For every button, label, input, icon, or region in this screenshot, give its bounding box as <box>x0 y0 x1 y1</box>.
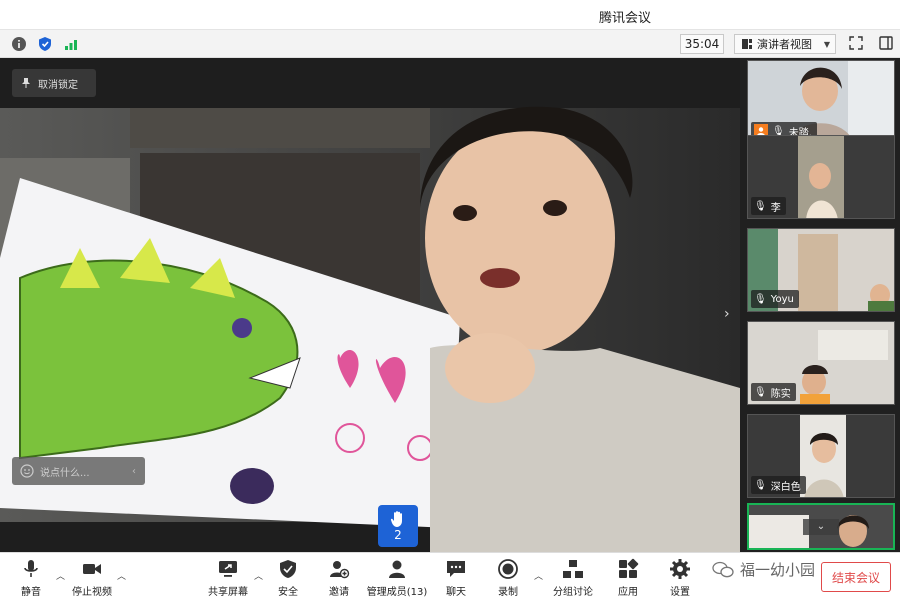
stop-video-button[interactable]: 停止视频 <box>68 558 116 602</box>
participant-panel: 🎙 未踏. 🎙 李 🎙 Yoyu 🎙 陈实 🎙 深白色 ⌄ <box>740 58 900 552</box>
mic-muted-icon: 🎙 <box>754 386 767 398</box>
invite-button[interactable]: 邀请 <box>326 558 352 602</box>
end-meeting-button[interactable]: 结束会议 <box>821 562 891 592</box>
record-icon <box>498 559 518 579</box>
participant-name: Yoyu <box>770 293 794 305</box>
breakout-label: 分组讨论 <box>553 587 593 598</box>
participant-name: 李 <box>770 202 781 214</box>
invite-icon <box>330 561 350 579</box>
security-label: 安全 <box>278 587 298 598</box>
manage-members-button[interactable]: 管理成员(13) <box>366 558 428 602</box>
participant-tile[interactable]: 🎙 Yoyu <box>747 228 895 312</box>
wechat-icon <box>712 561 734 577</box>
participant-tile[interactable]: 🎙 深白色 <box>747 414 895 498</box>
chevron-up-icon[interactable]: ︿ <box>56 569 65 582</box>
raised-hand-count: 2 <box>394 528 402 542</box>
watermark-text: 福一幼小园 <box>740 561 816 579</box>
participant-name: 深白色 <box>770 481 801 493</box>
unpin-button[interactable]: 取消锁定 <box>12 69 96 97</box>
chevron-right-icon[interactable]: › <box>724 306 730 322</box>
chevron-up-icon[interactable]: ︿ <box>254 569 263 582</box>
mute-label: 静音 <box>21 587 41 598</box>
settings-label: 设置 <box>670 587 690 598</box>
view-mode-label: 演讲者视图 <box>757 38 812 51</box>
apps-label: 应用 <box>618 587 638 598</box>
shield-icon[interactable] <box>36 35 54 53</box>
chevron-up-icon[interactable]: ︿ <box>534 569 543 582</box>
record-label: 录制 <box>498 587 518 598</box>
record-button[interactable]: 录制 <box>496 558 520 602</box>
participant-tile[interactable]: 🎙 陈实 <box>747 321 895 405</box>
security-icon <box>280 560 296 578</box>
participant-tile[interactable]: 🎙 未踏. <box>747 60 895 144</box>
mic-muted-icon: 🎙 <box>754 200 767 212</box>
stop-video-label: 停止视频 <box>72 587 112 598</box>
info-bar: 35:04 演讲者视图 ▼ <box>0 30 900 58</box>
chat-button[interactable]: 聊天 <box>444 558 468 602</box>
signal-icon[interactable] <box>62 35 80 53</box>
participant-label: 🎙 Yoyu <box>751 290 799 308</box>
invite-label: 邀请 <box>329 587 349 598</box>
chat-label: 聊天 <box>446 587 466 598</box>
members-icon <box>389 560 405 578</box>
chat-placeholder: 说点什么... <box>40 467 90 479</box>
fullscreen-icon[interactable] <box>848 35 866 53</box>
quick-chat-input[interactable]: 说点什么... ‹ <box>12 457 145 485</box>
window-title: 腾讯会议 <box>598 11 651 26</box>
breakout-icon <box>563 560 583 578</box>
participant-label: 🎙 李 <box>751 197 786 215</box>
layout-icon <box>742 39 752 49</box>
chevron-down-icon: ▼ <box>823 39 830 49</box>
watermark: 福一幼小园 <box>712 559 815 580</box>
scroll-down-icon[interactable]: ⌄ <box>803 519 839 535</box>
bottom-toolbar: 静音 ︿ 停止视频 ︿ 共享屏幕 ︿ 安全 邀请 管理成员(13) 聊天 录制 … <box>0 552 900 603</box>
breakout-button[interactable]: 分组讨论 <box>551 558 595 602</box>
camera-icon <box>83 564 101 574</box>
mic-icon <box>24 560 38 577</box>
title-bar: 腾讯会议 <box>0 0 900 30</box>
share-screen-button[interactable]: 共享屏幕 <box>206 558 250 602</box>
participant-label: 🎙 深白色 <box>751 476 806 494</box>
security-button[interactable]: 安全 <box>276 558 300 602</box>
meeting-timer: 35:04 <box>680 34 724 54</box>
chevron-left-icon: ‹ <box>132 465 136 477</box>
settings-button[interactable]: 设置 <box>668 558 692 602</box>
sidebar-icon[interactable] <box>878 35 896 53</box>
smile-icon <box>20 464 34 478</box>
hand-icon <box>390 511 402 527</box>
participant-tile[interactable]: ⌄ <box>747 503 895 550</box>
share-screen-label: 共享屏幕 <box>208 587 248 598</box>
meeting-window: 腾讯会议 35:04 演讲者视图 ▼ 取消锁定 说点什么... ‹ › 🎙 未踏… <box>0 0 900 603</box>
unpin-label: 取消锁定 <box>38 79 78 91</box>
raised-hand-indicator[interactable]: 2 <box>378 505 418 547</box>
info-icon[interactable] <box>10 35 28 53</box>
mute-button[interactable]: 静音 <box>16 558 46 602</box>
view-mode-select[interactable]: 演讲者视图 ▼ <box>734 34 836 54</box>
participant-label: 🎙 陈实 <box>751 383 796 401</box>
participant-tile[interactable]: 🎙 李 <box>747 135 895 219</box>
mic-muted-icon: 🎙 <box>754 293 767 305</box>
mic-muted-icon: 🎙 <box>754 479 767 491</box>
manage-members-label: 管理成员(13) <box>366 587 428 598</box>
main-speaker-video[interactable]: 取消锁定 说点什么... ‹ › <box>0 58 740 552</box>
participant-name: 陈实 <box>770 388 791 400</box>
apps-button[interactable]: 应用 <box>616 558 640 602</box>
apps-icon <box>619 558 639 578</box>
gear-icon <box>670 559 690 579</box>
pin-icon <box>22 78 30 88</box>
share-icon <box>219 561 237 577</box>
chat-icon <box>447 561 465 577</box>
chevron-up-icon[interactable]: ︿ <box>117 569 126 582</box>
